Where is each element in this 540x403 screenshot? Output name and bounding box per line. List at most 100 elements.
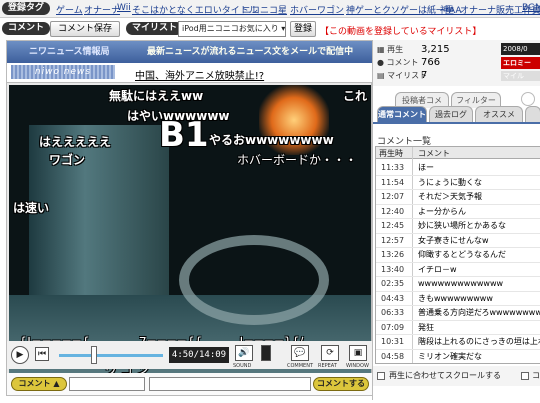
comment-row[interactable]: 13:26 仰瞰するとどうなるんだ — [376, 247, 540, 263]
play-icon[interactable]: ▶ — [11, 346, 29, 364]
news-marquee[interactable]: ニワニュース情報局 最新ニュースが流れるニュース文をメールで配信中 — [7, 41, 373, 63]
comment-row-text: うにょうに動くな — [418, 177, 482, 187]
tag-link[interactable]: ホバーワゴン — [290, 3, 344, 16]
comment-row[interactable]: 04:58 ミリオン確実だな — [376, 349, 540, 364]
comment-row[interactable]: 07:09 発狂 — [376, 320, 540, 335]
comment-list-header: 再生時 コメント — [376, 147, 540, 159]
right-panel: ▦ 再生 3,215 ● コメント 766 ▤ マイリスト 7 2008/0 エロミー… — [372, 40, 540, 400]
save-comment-button[interactable]: コメント保存 — [50, 21, 120, 37]
tag-link[interactable]: 神ゲーとクソゲーは紙一重 — [346, 3, 454, 16]
scroll-sync-checkbox[interactable] — [377, 372, 385, 380]
comment-row[interactable]: 02:35 wwwwwwwwwwwww — [376, 276, 540, 292]
views-count: 3,215 — [421, 44, 450, 55]
comment-input-bar: コメント ▲ コメントする — [7, 373, 373, 395]
comment-row-text: ほー — [418, 163, 434, 172]
face-icon[interactable] — [521, 92, 535, 106]
comment-row-text: 発狂 — [418, 322, 434, 332]
repeat-label: REPEAT — [318, 363, 337, 369]
comment-list-footer: 再生に合わせてスクロールする コ — [373, 366, 540, 386]
comment-list[interactable]: 再生時 コメント 11:33 ほー 11:54 うにょうに動くな 12:07 それだ＞天気… — [375, 146, 540, 364]
mylist-select[interactable]: iPod用ニコニコお気に入り ▾ — [178, 21, 286, 37]
comment-row[interactable]: 13:40 イチロ－w — [376, 262, 540, 277]
mylist-count: 7 — [421, 70, 428, 81]
seek-bar[interactable] — [59, 354, 163, 357]
comment-row-time: 11:33 — [381, 163, 405, 172]
tab-recommended[interactable]: オススメ — [475, 106, 523, 122]
comment-row-time: 12:07 — [381, 192, 405, 201]
window-label: WINDOW — [346, 363, 369, 369]
news-headline[interactable]: 中国、海外アニメ放映禁止!? — [135, 67, 264, 82]
comment-row-text: きもwwwwwwwww — [418, 293, 493, 303]
command-input[interactable] — [69, 377, 145, 391]
comment-row[interactable]: 12:45 妙に狭い場所とかあるな — [376, 218, 540, 234]
comment-row[interactable]: 10:31 階段は上れるのにさっきの垣は上れな — [376, 334, 540, 350]
comment-row-time: 12:45 — [381, 221, 405, 230]
register-button[interactable]: 登録 — [290, 21, 316, 37]
volume-slider[interactable] — [261, 345, 271, 361]
window-icon[interactable]: ▣ — [349, 345, 367, 361]
tag-link[interactable]: ニコニコ星 — [242, 3, 287, 16]
comment-row-time: 04:43 — [381, 293, 405, 303]
overlay-comment: はえええええ — [39, 135, 112, 149]
comment-command-button[interactable]: コメント ▲ — [11, 377, 67, 391]
chevron-down-icon: ▾ — [281, 24, 286, 33]
comment-row-text: 普通乗る方向逆だろwwwwwwww — [418, 308, 540, 317]
comment-row-time: 13:26 — [381, 250, 405, 259]
mylist-label: マイリスト — [126, 22, 184, 35]
comment-row[interactable]: 12:40 よー分からん — [376, 204, 540, 219]
mylist-stat: ▤ マイリスト 7 — [377, 70, 427, 81]
comment-row[interactable]: 12:07 それだ＞天気予報 — [376, 189, 540, 205]
tab-normal-comments[interactable]: 通常コメント — [377, 106, 427, 122]
extra-checkbox[interactable] — [521, 372, 529, 380]
seek-thumb[interactable] — [91, 346, 97, 364]
comment-row-time: 11:54 — [381, 177, 405, 187]
comment-label: コメント — [2, 22, 51, 35]
comment-row-time: 07:09 — [381, 322, 405, 332]
comment-row-time: 12:40 — [381, 206, 405, 216]
tag-link[interactable]: ゲーム — [56, 3, 83, 16]
tag-link[interactable]: オナーナ — [84, 3, 120, 16]
tag-link[interactable]: Wii — [117, 3, 131, 13]
comment-row[interactable]: 06:33 普通乗る方向逆だろwwwwwwww — [376, 305, 540, 321]
tab-past-logs[interactable]: 過去ログ — [429, 106, 473, 122]
comment-row-time: 10:31 — [381, 337, 405, 346]
header-time[interactable]: 再生時 — [379, 148, 403, 159]
marquee-text: 最新ニュースが流れるニュース文をメールで配信中 — [147, 47, 354, 57]
skip-back-icon[interactable]: ⏮ — [35, 347, 49, 361]
video-scene — [179, 235, 329, 325]
comment-toggle-icon[interactable]: 💬 — [291, 345, 309, 361]
mylist-badge[interactable]: マイル — [501, 71, 540, 81]
comment-row[interactable]: 11:54 うにょうに動くな — [376, 175, 540, 190]
tag-link[interactable]: 神AA — [440, 3, 462, 16]
play-count-icon: ▦ — [377, 45, 388, 54]
overlay-comment: B1 — [159, 115, 209, 155]
comment-row[interactable]: 12:57 女子寮きにせんなw — [376, 233, 540, 248]
comment-input[interactable] — [149, 377, 311, 391]
comments-label: コメント — [386, 58, 419, 67]
overlay-comment: は速い — [13, 201, 50, 215]
scroll-sync-label: 再生に合わせてスクロールする — [389, 371, 501, 380]
tag-link[interactable]: BGM — [522, 3, 540, 13]
post-date: 2008/0 — [501, 43, 540, 55]
header-comment[interactable]: コメント — [418, 148, 450, 159]
comment-command-label: コメント — [18, 379, 51, 388]
video-screen[interactable]: 無駄にはええww これ はやいwwwwww B1 はえええええ ワゴン やるおw… — [9, 85, 371, 381]
tab-more[interactable] — [525, 106, 540, 122]
video-player: ニワニュース情報局 最新ニュースが流れるニュース文をメールで配信中 niwo n… — [6, 40, 373, 396]
comment-row-time: 12:57 — [381, 235, 405, 245]
player-controls: ▶ ⏮ 4:50/14:09 🔊 SOUND 💬 COMMENT ⟳ REPEA… — [7, 341, 373, 369]
tag-link[interactable]: そこはかとなくエロいタイトル — [132, 3, 258, 16]
comments-stat: ● コメント 766 — [377, 57, 440, 68]
ero-badge[interactable]: エロミー — [501, 57, 540, 69]
time-display: 4:50/14:09 — [169, 347, 229, 363]
comment-row[interactable]: 11:33 ほー — [376, 160, 540, 176]
submit-comment-button[interactable]: コメントする — [313, 377, 369, 391]
mylist-select-value: iPod用ニコニコお気に入り — [182, 24, 279, 33]
comment-row-text: 仰瞰するとどうなるんだ — [418, 250, 506, 259]
comment-row-text: それだ＞天気予報 — [418, 192, 482, 201]
views-stat: ▦ 再生 3,215 — [377, 44, 450, 55]
mylist-link[interactable]: 【この動画を登録しているマイリスト】 — [320, 24, 481, 37]
sound-icon[interactable]: 🔊 — [235, 345, 253, 361]
comment-row[interactable]: 04:43 きもwwwwwwwww — [376, 291, 540, 306]
repeat-icon[interactable]: ⟳ — [321, 345, 339, 361]
